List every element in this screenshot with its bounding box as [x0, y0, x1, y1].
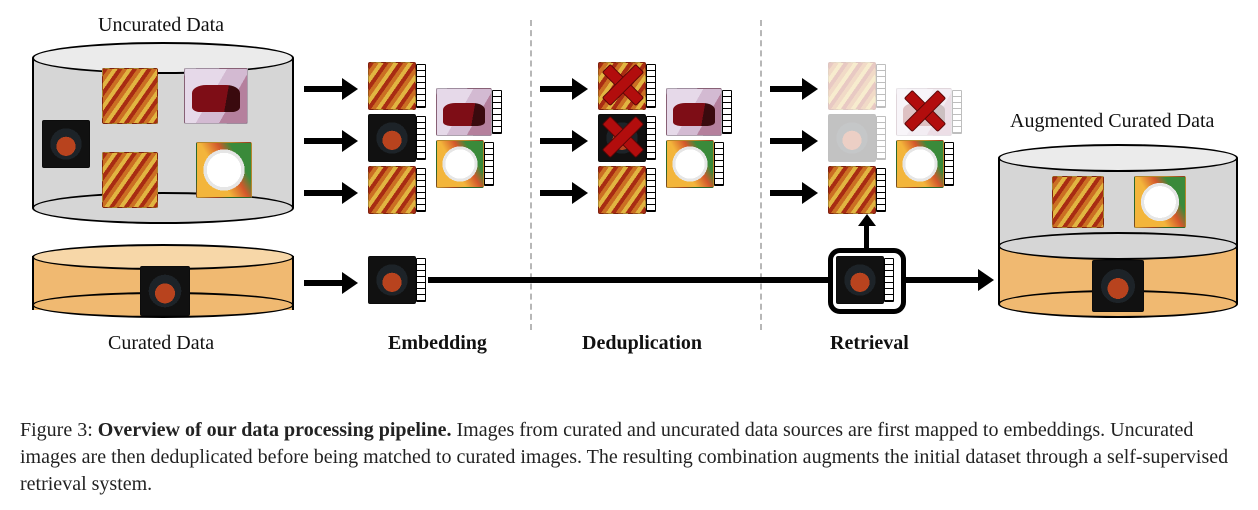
- uncurated-sample: [102, 152, 158, 208]
- dedup-sample: [666, 140, 714, 188]
- arrow-right: [540, 190, 574, 196]
- embedding-sample: [436, 140, 484, 188]
- embedding-vector: [876, 64, 886, 108]
- augmented-sample: [1092, 260, 1144, 312]
- arrow-right: [770, 138, 804, 144]
- figure-caption: Figure 3: Overview of our data processin…: [20, 417, 1238, 498]
- curated-sample: [140, 266, 190, 316]
- retrieval-sample-faded: [828, 62, 876, 110]
- arrow-up: [864, 226, 869, 248]
- embedding-vector: [884, 258, 894, 302]
- figure-root: { "labels": { "uncurated": "Uncurated Da…: [0, 0, 1258, 510]
- embedding-sample-curated: [368, 256, 416, 304]
- retrieval-sample-faded: [828, 114, 876, 162]
- arrow-right: [540, 86, 574, 92]
- dedup-sample: [598, 166, 646, 214]
- embedding-sample: [368, 62, 416, 110]
- arrow-right: [304, 280, 344, 286]
- dedup-sample: [666, 88, 722, 136]
- embedding-vector: [646, 116, 656, 160]
- caption-title: Overview of our data processing pipeline…: [98, 419, 452, 441]
- stage-separator: [760, 20, 762, 330]
- label-uncurated: Uncurated Data: [98, 14, 224, 37]
- dedup-sample: [598, 114, 646, 162]
- arrow-right: [304, 190, 344, 196]
- embedding-vector: [646, 64, 656, 108]
- dedup-sample: [598, 62, 646, 110]
- embedding-vector: [416, 116, 426, 160]
- arrow-right: [770, 190, 804, 196]
- retrieval-sample-faded: [896, 88, 952, 136]
- caption-prefix: Figure 3:: [20, 419, 98, 441]
- embedding-sample: [368, 114, 416, 162]
- arrow-right: [540, 138, 574, 144]
- label-augmented: Augmented Curated Data: [1010, 110, 1214, 133]
- embedding-vector: [876, 116, 886, 160]
- embedding-vector: [646, 168, 656, 212]
- arrow-right: [304, 138, 344, 144]
- embedding-sample: [368, 166, 416, 214]
- embedding-vector: [944, 142, 954, 186]
- embedding-vector: [876, 168, 886, 212]
- stage-label-deduplication: Deduplication: [582, 332, 702, 355]
- stage-label-retrieval: Retrieval: [830, 332, 909, 355]
- label-curated: Curated Data: [108, 332, 214, 355]
- embedding-vector: [714, 142, 724, 186]
- embedding-vector: [416, 258, 426, 302]
- embedding-vector: [492, 90, 502, 134]
- uncurated-sample: [184, 68, 248, 124]
- embedding-vector: [722, 90, 732, 134]
- embedding-vector: [484, 142, 494, 186]
- arrow-long-curated: [428, 277, 828, 283]
- uncurated-sample: [102, 68, 158, 124]
- embedding-vector: [416, 168, 426, 212]
- arrow-right: [906, 277, 980, 283]
- retrieval-query-sample: [836, 256, 884, 304]
- embedding-vector: [952, 90, 962, 134]
- augmented-sample: [1134, 176, 1186, 228]
- arrow-right: [304, 86, 344, 92]
- embedding-vector: [416, 64, 426, 108]
- augmented-sample: [1052, 176, 1104, 228]
- uncurated-sample: [196, 142, 252, 198]
- stage-separator: [530, 20, 532, 330]
- arrow-right: [770, 86, 804, 92]
- embedding-sample: [436, 88, 492, 136]
- uncurated-sample: [42, 120, 90, 168]
- stage-label-embedding: Embedding: [388, 332, 487, 355]
- retrieval-sample-kept: [896, 140, 944, 188]
- retrieval-sample-kept: [828, 166, 876, 214]
